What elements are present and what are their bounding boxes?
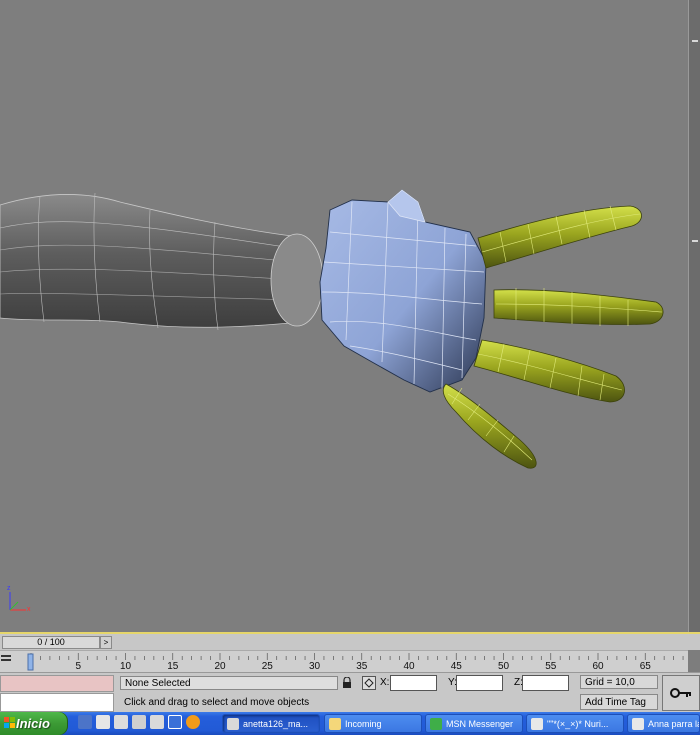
prompt-line: Click and drag to select and move object… (124, 697, 310, 708)
viewport-scene: z x (0, 189, 664, 613)
absolute-mode-toggle[interactable] (362, 676, 376, 690)
task-label: Incoming (345, 719, 382, 729)
middle-finger-mesh (493, 288, 664, 326)
key-icon (670, 688, 691, 698)
add-time-tag-button[interactable]: Add Time Tag (580, 694, 658, 710)
perspective-viewport[interactable]: z x (0, 0, 700, 632)
windows-taskbar: Inicio anetta126_ma... Incoming MSN Mess… (0, 712, 700, 735)
windows-logo-icon (4, 717, 15, 728)
taskbar-item-anna[interactable]: Anna parra la (627, 714, 700, 733)
track-tick-label: 40 (403, 661, 415, 672)
time-slider[interactable]: 0 / 100 (2, 636, 100, 649)
track-tick-label: 15 (167, 661, 179, 672)
z-coordinate-field[interactable] (522, 675, 569, 691)
track-tick-label: 65 (640, 661, 652, 672)
msn-icon (430, 718, 442, 730)
maxscript-listener-input[interactable] (0, 693, 114, 712)
task-label: MSN Messenger (446, 719, 514, 729)
3dsmax-icon (227, 718, 239, 730)
forearm-mesh (0, 192, 324, 331)
track-tick-label: 50 (498, 661, 510, 672)
task-label: Anna parra la (648, 719, 700, 729)
messenger-icon[interactable] (78, 715, 92, 729)
y-coordinate-field[interactable] (456, 675, 503, 691)
taskbar-item-3dsmax[interactable]: anetta126_ma... (222, 714, 320, 733)
track-tick-label: 25 (262, 661, 274, 672)
svg-text:x: x (27, 606, 31, 613)
chat-icon (632, 718, 644, 730)
app-m-icon[interactable] (114, 715, 128, 729)
viewport-edge-mark (692, 240, 698, 242)
media-icon[interactable] (186, 715, 200, 729)
task-label: anetta126_ma... (243, 719, 309, 729)
chevron-right-icon: > (103, 638, 109, 647)
paint-icon[interactable] (96, 715, 110, 729)
start-button[interactable]: Inicio (0, 712, 68, 735)
chat-icon (531, 718, 543, 730)
start-label: Inicio (16, 716, 50, 731)
set-key-button[interactable] (662, 675, 700, 711)
track-tick-label: 30 (309, 661, 321, 672)
taskbar-item-chat[interactable]: ""*(×_×)* Nuri... (526, 714, 624, 733)
current-frame-marker[interactable] (27, 653, 34, 671)
selection-status: None Selected (120, 676, 338, 690)
pinky-finger-mesh (442, 383, 537, 469)
taskbar-item-msn[interactable]: MSN Messenger (425, 714, 523, 733)
track-tick-label: 60 (592, 661, 604, 672)
lock-icon[interactable] (342, 676, 352, 689)
app-g2-icon[interactable] (168, 715, 182, 729)
status-panel: None Selected Click and drag to select a… (0, 672, 700, 713)
track-tick-label: 5 (75, 661, 81, 672)
index-finger-mesh (477, 205, 642, 269)
track-tick-label: 45 (451, 661, 463, 672)
time-next-button[interactable]: > (100, 636, 112, 649)
app-mi-icon[interactable] (132, 715, 146, 729)
grid-size-display: Grid = 10,0 (580, 675, 658, 689)
ring-finger-mesh (473, 339, 625, 403)
track-tick-label: 20 (214, 661, 226, 672)
viewport-edge-mark (692, 40, 698, 42)
track-tick-label: 55 (545, 661, 557, 672)
viewport-right-edge (688, 0, 700, 632)
hand-mesh (319, 189, 487, 393)
x-coordinate-field[interactable] (390, 675, 437, 691)
track-ruler: 05101520253035404550556065 (27, 653, 684, 672)
x-label: X: (380, 677, 390, 688)
track-tick-label: 10 (120, 661, 132, 672)
folder-icon (329, 718, 341, 730)
time-slider-bar: 0 / 100 > (0, 632, 700, 650)
track-tick-label: 35 (356, 661, 368, 672)
taskbar-item-incoming[interactable]: Incoming (324, 714, 422, 733)
track-bar[interactable]: 05101520253035404550556065 (0, 650, 688, 673)
axis-tripod-icon: z x (7, 585, 31, 613)
task-label: ""*(×_×)* Nuri... (547, 719, 609, 729)
svg-text:z: z (7, 585, 11, 592)
app-g-icon[interactable] (150, 715, 164, 729)
maxscript-listener-output[interactable] (0, 675, 114, 692)
